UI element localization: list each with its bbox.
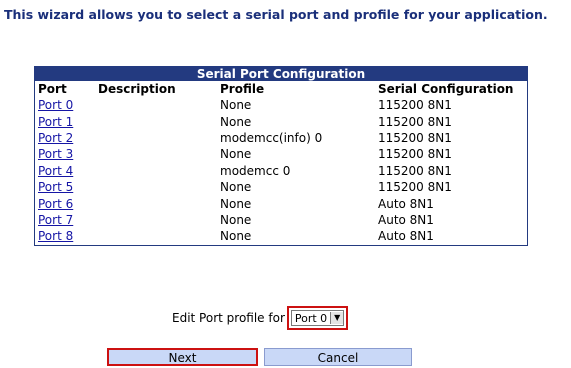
intro-text: This wizard allows you to select a seria… <box>4 7 548 22</box>
port-select[interactable]: Port 0 ▼ <box>290 310 345 326</box>
port-select-value: Port 0 <box>294 311 328 325</box>
profile-cell: None <box>220 229 252 244</box>
port-select-highlight: Port 0 ▼ <box>286 306 349 330</box>
port-link[interactable]: Port 1 <box>38 115 73 129</box>
port-link[interactable]: Port 7 <box>38 213 73 227</box>
description-cell <box>95 146 217 162</box>
col-header-profile: Profile <box>220 82 265 96</box>
port-link[interactable]: Port 4 <box>38 164 73 178</box>
profile-cell: modemcc 0 <box>220 163 291 178</box>
serial-config-cell: 115200 8N1 <box>378 98 452 113</box>
edit-port-row: Edit Port profile for Port 0 ▼ <box>172 306 349 330</box>
serial-config-cell: 115200 8N1 <box>378 114 452 129</box>
serial-config-cell: 115200 8N1 <box>378 163 452 178</box>
description-cell <box>95 195 217 211</box>
serial-config-cell: 115200 8N1 <box>378 180 452 195</box>
table-row: Port 7 None Auto 8N1 <box>35 212 527 228</box>
profile-cell: None <box>220 180 252 195</box>
table-row: Port 3 None 115200 8N1 <box>35 146 527 162</box>
port-link[interactable]: Port 0 <box>38 98 73 112</box>
next-button[interactable]: Next <box>107 348 258 366</box>
description-cell <box>95 228 217 244</box>
serial-config-cell: Auto 8N1 <box>378 212 434 227</box>
serial-config-cell: 115200 8N1 <box>378 130 452 145</box>
serial-port-table: Serial Port Configuration Port Descripti… <box>34 66 528 246</box>
port-link[interactable]: Port 5 <box>38 180 73 194</box>
table-row: Port 5 None 115200 8N1 <box>35 179 527 195</box>
table-row: Port 0 None 115200 8N1 <box>35 97 527 113</box>
profile-cell: None <box>220 212 252 227</box>
port-link[interactable]: Port 3 <box>38 147 73 161</box>
description-cell <box>95 97 217 113</box>
description-cell <box>95 130 217 146</box>
table-row: Port 4 modemcc 0 115200 8N1 <box>35 163 527 179</box>
table-caption: Serial Port Configuration <box>35 67 527 81</box>
table-row: Port 2 modemcc(info) 0 115200 8N1 <box>35 130 527 146</box>
description-cell <box>95 163 217 179</box>
description-cell <box>95 179 217 195</box>
serial-config-cell: Auto 8N1 <box>378 229 434 244</box>
table-row: Port 1 None 115200 8N1 <box>35 113 527 129</box>
description-cell <box>95 113 217 129</box>
port-link[interactable]: Port 2 <box>38 131 73 145</box>
description-cell <box>95 212 217 228</box>
profile-cell: None <box>220 114 252 129</box>
serial-config-cell: Auto 8N1 <box>378 196 434 211</box>
profile-cell: None <box>220 196 252 211</box>
table-row: Port 6 None Auto 8N1 <box>35 195 527 211</box>
col-header-serial-configuration: Serial Configuration <box>378 82 514 96</box>
port-link[interactable]: Port 8 <box>38 229 73 243</box>
cancel-button[interactable]: Cancel <box>264 348 412 366</box>
serial-config-cell: 115200 8N1 <box>378 147 452 162</box>
col-header-description: Description <box>98 82 176 96</box>
table-row: Port 8 None Auto 8N1 <box>35 228 527 244</box>
profile-cell: None <box>220 98 252 113</box>
edit-port-label: Edit Port profile for <box>172 311 285 325</box>
col-header-port: Port <box>38 82 67 96</box>
chevron-down-icon[interactable]: ▼ <box>330 312 344 324</box>
profile-cell: modemcc(info) 0 <box>220 130 323 145</box>
port-link[interactable]: Port 6 <box>38 197 73 211</box>
profile-cell: None <box>220 147 252 162</box>
